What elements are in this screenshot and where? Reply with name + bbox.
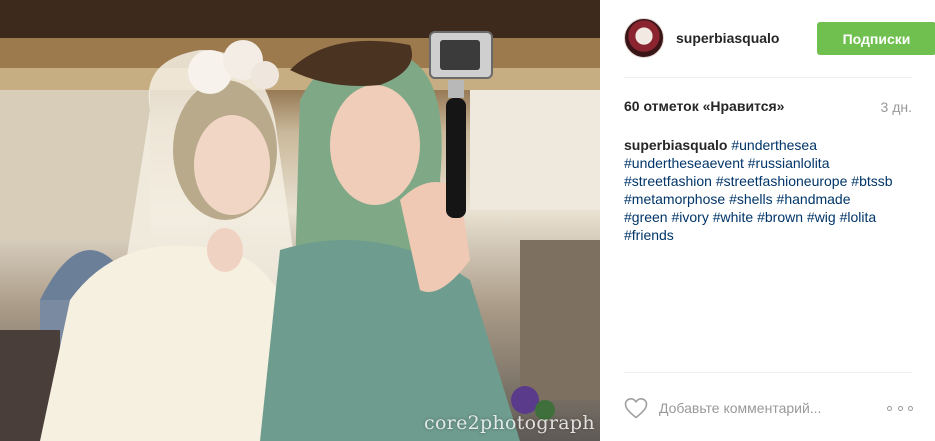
photo-watermark: core2photograph [424,412,595,434]
hashtag-link[interactable]: #undertheseа [731,137,817,153]
post-time[interactable]: 3 дн. [881,99,912,115]
comment-row [624,392,915,424]
hashtag-link[interactable]: #metamorphose [624,191,725,207]
hashtag-link[interactable]: #ivory [671,209,708,225]
avatar[interactable] [624,18,664,58]
post-photo[interactable]: core2photograph [0,0,600,441]
instagram-post: core2photograph superbiasqualo Подписки … [0,0,935,441]
comment-divider [624,372,912,373]
caption-username[interactable]: superbiasqualo [624,137,727,153]
hashtag-link[interactable]: #russianlolita [748,155,830,171]
hashtag-link[interactable]: #streetfashioneurope [716,173,848,189]
heart-icon[interactable] [624,397,648,419]
likes-row: 60 отметок «Нравится» 3 дн. [624,98,912,118]
hashtag-link[interactable]: #lolita [840,209,877,225]
header-divider [624,77,912,78]
comment-input[interactable] [659,396,884,420]
hashtag-link[interactable]: #btssb [851,173,892,189]
hashtag-link[interactable]: #white [713,209,753,225]
post-caption: superbiasqualo #undertheseа #underthesea… [624,136,894,244]
hashtag-link[interactable]: #undertheseaevent [624,155,744,171]
post-header: superbiasqualo Подписки [624,14,935,66]
photo-illustration [0,0,600,441]
post-sidebar: superbiasqualo Подписки 60 отметок «Нрав… [600,0,935,441]
username-link[interactable]: superbiasqualo [676,30,779,46]
hashtag-link[interactable]: #friends [624,227,674,243]
more-options-icon[interactable] [887,401,913,415]
dot-icon [908,405,913,411]
hashtag-link[interactable]: #shells [729,191,773,207]
hashtag-link[interactable]: #handmade [777,191,851,207]
hashtag-link[interactable]: #wig [807,209,836,225]
likes-count[interactable]: 60 отметок «Нравится» [624,98,784,114]
hashtag-link[interactable]: #green [624,209,668,225]
follow-button[interactable]: Подписки [817,22,935,55]
dot-icon [887,405,892,411]
hashtag-link[interactable]: #brown [757,209,803,225]
hashtag-link[interactable]: #streetfashion [624,173,712,189]
dot-icon [897,405,903,411]
